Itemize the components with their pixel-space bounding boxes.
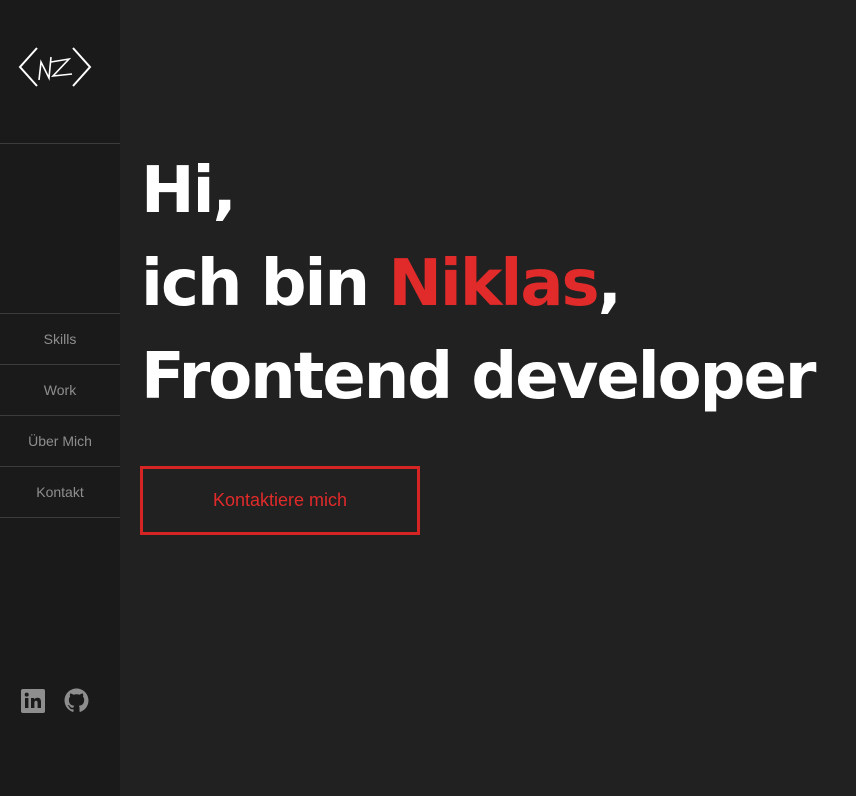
- role-line: Frontend developer: [141, 340, 816, 414]
- nav-item-kontakt[interactable]: Kontakt: [0, 467, 120, 518]
- intro-prefix: ich bin: [141, 247, 389, 321]
- nz-logo-icon: [18, 47, 92, 87]
- greeting-line: Hi,: [141, 154, 237, 228]
- name-highlight: Niklas: [388, 247, 599, 321]
- intro-line: ich bin Niklas,: [141, 238, 814, 331]
- linkedin-icon[interactable]: [21, 688, 45, 713]
- github-icon[interactable]: [64, 688, 89, 713]
- nav-item-ueber-mich[interactable]: Über Mich: [0, 416, 120, 467]
- social-links: [21, 688, 89, 713]
- hero-heading: Hi, ich bin Niklas, Frontend developer: [141, 145, 816, 424]
- nav-item-skills[interactable]: Skills: [0, 314, 120, 365]
- logo[interactable]: [0, 0, 120, 144]
- main-nav: Skills Work Über Mich Kontakt: [0, 313, 120, 518]
- intro-suffix: ,: [597, 247, 622, 321]
- nav-item-work[interactable]: Work: [0, 365, 120, 416]
- contact-button[interactable]: Kontaktiere mich: [140, 466, 420, 535]
- sidebar: Skills Work Über Mich Kontakt: [0, 0, 120, 796]
